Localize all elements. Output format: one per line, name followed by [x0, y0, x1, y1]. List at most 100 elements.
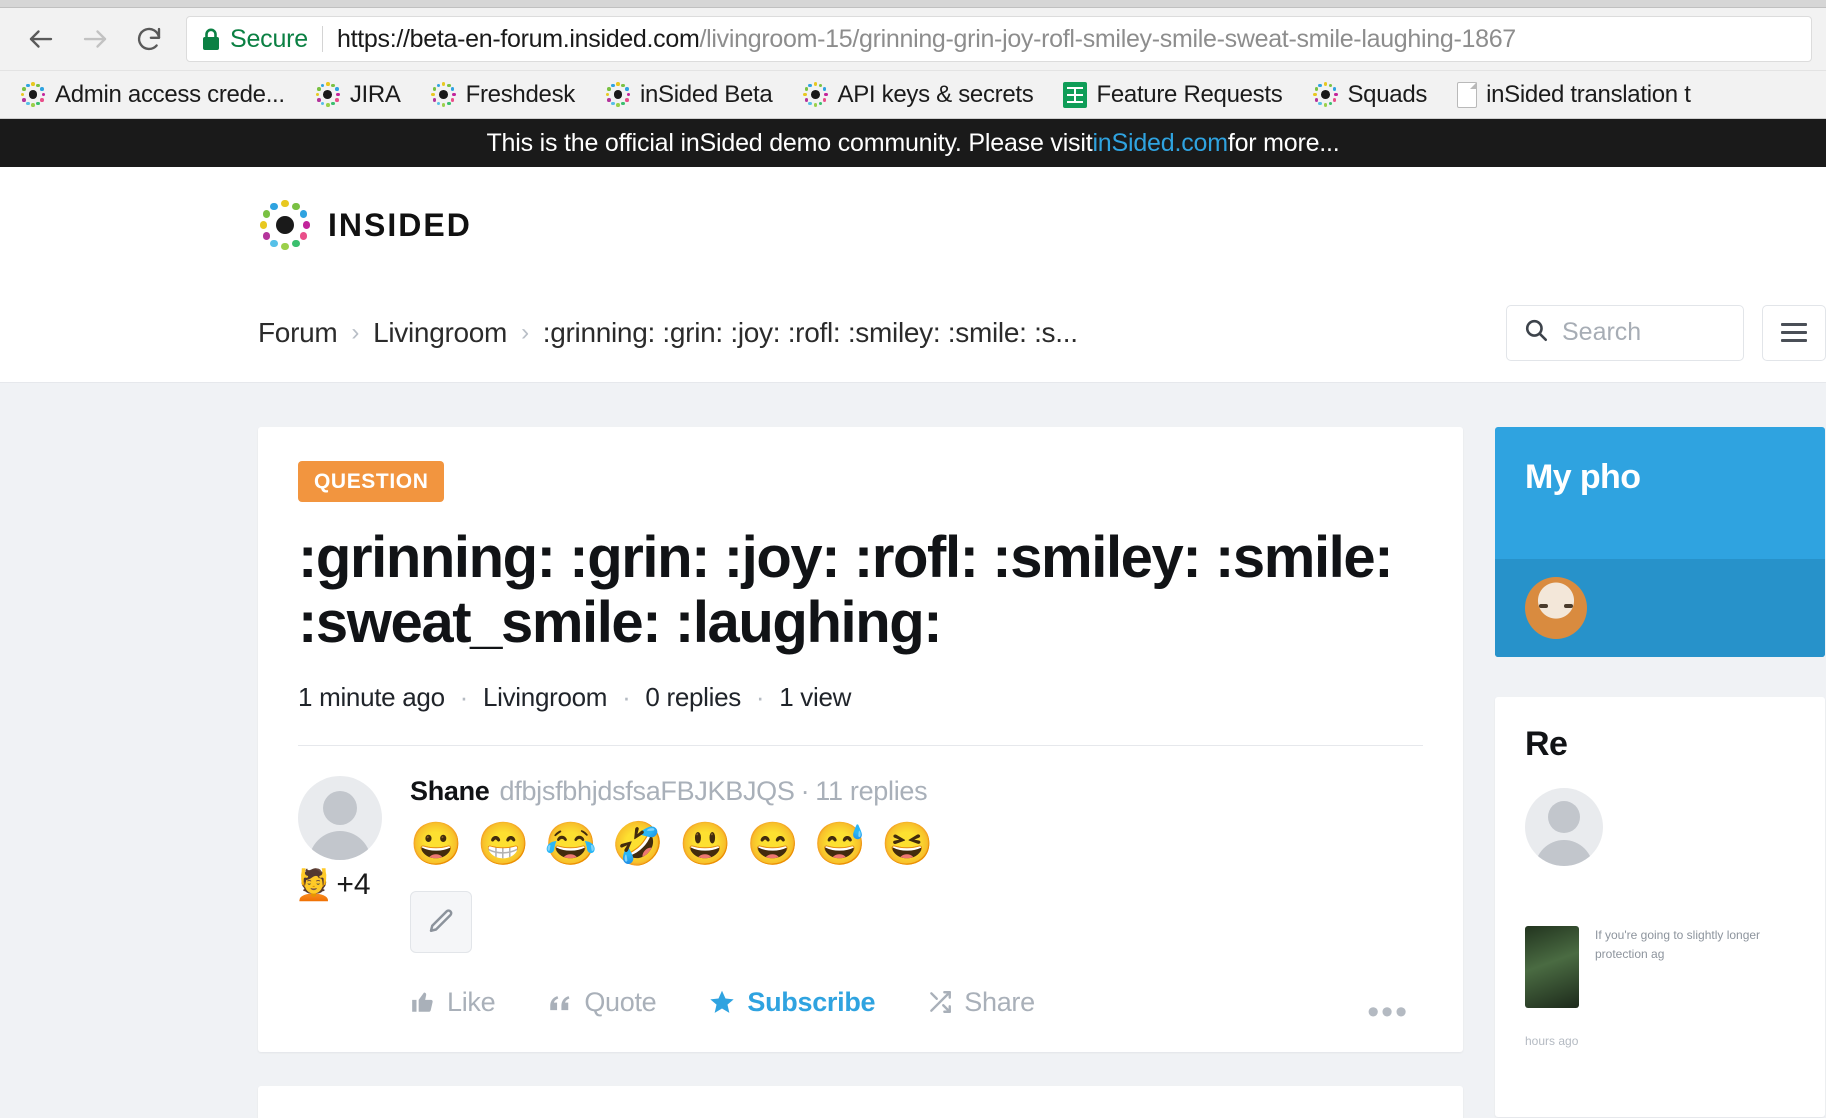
insided-favicon — [20, 82, 46, 108]
demo-community-banner: This is the official inSided demo commun… — [0, 119, 1826, 167]
browser-tabstrip[interactable] — [0, 0, 1826, 8]
right-sidebar: My pho Re If you're going to slightly lo… — [1495, 427, 1825, 1118]
bookmark-label: Squads — [1347, 80, 1428, 108]
emoji-smile: 😄 — [746, 819, 799, 867]
avatar-body — [309, 830, 371, 860]
emoji-rofl: 🤣 — [611, 819, 665, 867]
author-rank: dfbjsfbhjdsfsaFBJKBJQS — [499, 775, 795, 806]
breadcrumb-item-livingroom[interactable]: Livingroom — [373, 317, 507, 349]
bookmark-freshdesk[interactable]: Freshdesk — [431, 81, 575, 109]
breadcrumb-item-forum[interactable]: Forum — [258, 317, 338, 349]
recent-title: Re — [1525, 725, 1568, 763]
lock-icon — [201, 27, 221, 51]
search-placeholder: Search — [1562, 318, 1642, 346]
url-path: /livingroom-15/grinning-grin-joy-rofl-sm… — [699, 24, 1516, 53]
avatar-body — [1535, 840, 1593, 866]
google-sheets-icon — [1063, 81, 1088, 108]
bookmark-jira[interactable]: JIRA — [315, 81, 401, 109]
bookmark-insided-translation[interactable]: inSided translation t — [1457, 81, 1691, 109]
emoji-smiley: 😃 — [679, 819, 732, 867]
avatar[interactable] — [298, 775, 382, 860]
topic-views: 1 view — [779, 681, 852, 712]
post-content-emojis: 😀 😁 😂 🤣 😃 😄 😅 😆 — [410, 819, 1423, 867]
author-replies: 11 replies — [815, 775, 928, 806]
subscribe-label: Subscribe — [747, 986, 876, 1017]
hamburger-menu-icon[interactable] — [1762, 304, 1826, 361]
bookmark-label: Freshdesk — [465, 80, 576, 108]
meta-separator: · — [755, 681, 765, 712]
breadcrumb: Forum › Livingroom › :grinning: :grin: :… — [258, 317, 1078, 349]
chevron-right-icon: › — [351, 318, 360, 346]
nav-right-controls: Search — [1506, 304, 1826, 361]
url-host: https://beta-en-forum.insided.com — [337, 24, 700, 53]
logo-wordmark: INSIDED — [328, 206, 472, 243]
bookmark-label: JIRA — [349, 80, 401, 108]
browser-chrome: Secure https://beta-en-forum.insided.com… — [0, 0, 1826, 119]
post: Shane dfbjsfbhjdsfsaFBJKBJQS · 11 replies 😀… — [295, 746, 1423, 1052]
page-title: :grinning: :grin: :joy: :rofl: :smiley: … — [298, 525, 1394, 655]
recent-thumbnail — [1525, 926, 1579, 1008]
quote-label: Quote — [584, 986, 657, 1017]
insided-favicon — [1312, 82, 1338, 108]
page-body: QUESTION :grinning: :grin: :joy: :rofl: … — [0, 383, 1826, 1118]
share-shuffle-icon — [927, 989, 953, 1015]
promo-card[interactable]: My pho — [1495, 427, 1825, 657]
avatar[interactable] — [1525, 788, 1603, 866]
share-button[interactable]: Share — [927, 987, 1035, 1018]
insided-logo[interactable]: INSIDED — [258, 198, 472, 252]
recent-body-text: If you're going to slightly longer prote… — [1595, 928, 1761, 961]
more-options-button[interactable]: ••• — [1367, 993, 1409, 1032]
bookmark-squads[interactable]: Squads — [1312, 81, 1427, 109]
extra-reactions[interactable]: 💆 +4 — [295, 868, 371, 903]
promo-avatar-strip — [1495, 559, 1825, 657]
quote-button[interactable]: Quote — [547, 986, 657, 1018]
topic-replies: 0 replies — [645, 681, 741, 712]
recent-timestamp: hours ago — [1525, 1034, 1579, 1048]
status-badge: QUESTION — [298, 461, 445, 502]
recent-activity-card: Re If you're going to slightly longer pr… — [1495, 697, 1825, 1117]
insided-dots-icon — [258, 198, 312, 252]
demo-banner-text-after: for more... — [1227, 128, 1340, 157]
like-button[interactable]: Like — [410, 986, 496, 1018]
bookmark-feature-requests[interactable]: Feature Requests — [1063, 81, 1283, 109]
emoji-joy: 😂 — [544, 819, 597, 867]
pencil-edit-icon[interactable] — [410, 890, 472, 953]
bookmark-insided-beta[interactable]: inSided Beta — [605, 81, 773, 109]
document-icon — [1457, 81, 1478, 108]
quote-icon — [547, 989, 573, 1015]
breadcrumb-item-topic: :grinning: :grin: :joy: :rofl: :smiley: … — [542, 316, 1078, 348]
address-bar[interactable]: Secure https://beta-en-forum.insided.com… — [186, 16, 1812, 62]
subscribe-button[interactable]: Subscribe — [708, 986, 876, 1018]
bookmark-admin-access[interactable]: Admin access crede... — [20, 81, 285, 109]
promo-title: My pho — [1525, 458, 1641, 496]
insided-com-link[interactable]: inSided.com — [1092, 129, 1228, 158]
back-arrow-icon[interactable] — [14, 12, 68, 66]
search-icon — [1523, 317, 1549, 348]
forward-arrow-icon — [68, 12, 122, 66]
main-column: QUESTION :grinning: :grin: :joy: :rofl: … — [258, 427, 1463, 1118]
like-label: Like — [447, 986, 496, 1017]
bookmark-label: API keys & secrets — [837, 80, 1034, 108]
author-name[interactable]: Shane — [410, 776, 490, 806]
security-status-label: Secure — [230, 24, 309, 53]
browser-toolbar: Secure https://beta-en-forum.insided.com… — [0, 8, 1826, 70]
avatar-head — [1548, 801, 1580, 833]
search-input[interactable]: Search — [1506, 304, 1744, 361]
extra-reaction-count: +4 — [336, 868, 371, 902]
bookmark-label: inSided translation t — [1486, 80, 1691, 108]
post-body: Shane dfbjsfbhjdsfsaFBJKBJQS · 11 replies 😀… — [295, 776, 1423, 1052]
topic-category[interactable]: Livingroom — [483, 682, 607, 712]
meta-separator: · — [622, 681, 631, 712]
omnibox-divider — [322, 26, 324, 52]
emoji-grinning: 😀 — [410, 819, 463, 867]
reply-card — [258, 1085, 1463, 1118]
list-item[interactable]: If you're going to slightly longer prote… — [1525, 926, 1795, 1008]
bookmark-api-keys[interactable]: API keys & secrets — [802, 80, 1034, 109]
author-line: Shane dfbjsfbhjdsfsaFBJKBJQS · 11 replies — [410, 776, 1423, 807]
topic-card: QUESTION :grinning: :grin: :joy: :rofl: … — [258, 427, 1463, 1052]
star-icon — [708, 988, 736, 1016]
reload-icon[interactable] — [122, 12, 176, 66]
topic-time: 1 minute ago — [298, 681, 445, 712]
meta-separator: · — [459, 681, 469, 712]
navigation-row: Forum › Livingroom › :grinning: :grin: :… — [0, 283, 1826, 383]
